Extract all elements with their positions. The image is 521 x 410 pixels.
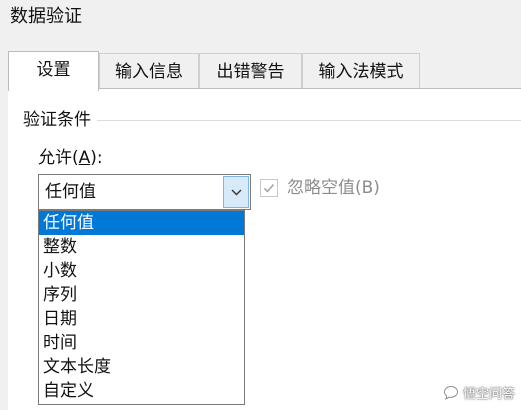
dropdown-option[interactable]: 序列	[39, 283, 244, 307]
dropdown-option[interactable]: 文本长度	[39, 355, 244, 379]
tab-error-alert[interactable]: 出错警告	[199, 53, 302, 89]
validation-criteria-label: 验证条件	[23, 108, 97, 132]
allow-accelerator-key: A	[78, 148, 91, 168]
dropdown-option[interactable]: 整数	[39, 235, 244, 259]
ignore-blank-label: 忽略空值(B)	[287, 178, 380, 198]
dropdown-option[interactable]: 自定义	[39, 379, 244, 403]
settings-panel: 验证条件 允许(A): 任何值 忽略空值(B) 任何值 整数 小数 序列 日期 …	[8, 88, 521, 410]
allow-label: 允许(A):	[38, 146, 103, 170]
allow-combobox[interactable]: 任何值	[38, 174, 251, 210]
dropdown-option[interactable]: 日期	[39, 307, 244, 331]
dropdown-button[interactable]	[223, 176, 249, 208]
chat-bubble-icon	[444, 386, 458, 400]
dialog-title: 数据验证	[10, 6, 82, 27]
watermark: 悟空问答	[443, 384, 515, 406]
dropdown-option[interactable]: 小数	[39, 259, 244, 283]
allow-combobox-value: 任何值	[45, 182, 96, 202]
allow-label-suffix: ):	[90, 148, 103, 168]
group-divider	[23, 120, 521, 121]
allow-dropdown-list: 任何值 整数 小数 序列 日期 时间 文本长度 自定义	[38, 210, 245, 405]
tab-strip: 设置 输入信息 出错警告 输入法模式	[8, 51, 521, 91]
tab-input-message[interactable]: 输入信息	[99, 53, 199, 89]
chevron-down-icon	[231, 189, 242, 196]
ignore-blank-checkbox[interactable]	[260, 179, 278, 197]
tab-settings[interactable]: 设置	[8, 51, 99, 91]
watermark-text: 悟空问答	[462, 387, 515, 402]
checkmark-icon	[263, 183, 275, 193]
dropdown-option[interactable]: 任何值	[39, 211, 244, 235]
dropdown-option[interactable]: 时间	[39, 331, 244, 355]
tab-ime-mode[interactable]: 输入法模式	[302, 53, 420, 89]
allow-label-prefix: 允许(	[38, 148, 79, 168]
